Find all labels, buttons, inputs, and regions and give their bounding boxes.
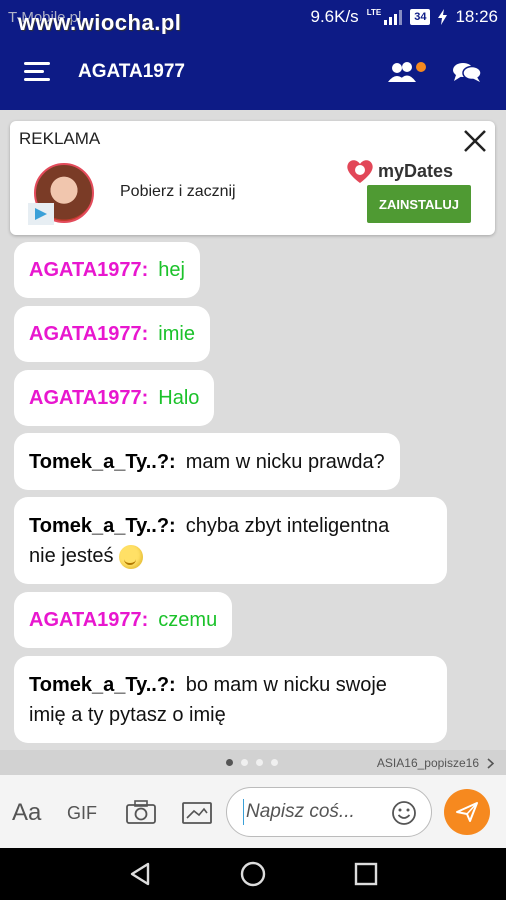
message: AGATA1977: Halo bbox=[14, 370, 215, 426]
menu-icon[interactable] bbox=[24, 62, 52, 82]
lte-signal-icon: LTE bbox=[367, 9, 403, 25]
message-text: Halo bbox=[158, 387, 200, 409]
composer-bar: Aa GIF Napisz coś... bbox=[0, 775, 506, 848]
message-text: mam w nicku prawda? bbox=[185, 450, 385, 473]
message: AGATA1977: czemu bbox=[14, 592, 233, 648]
back-icon[interactable] bbox=[128, 861, 154, 887]
message-author: AGATA1977: bbox=[29, 259, 149, 281]
send-icon bbox=[456, 802, 478, 822]
message-author: Tomek_a_Ty..?: bbox=[29, 450, 176, 473]
system-nav-bar bbox=[0, 848, 506, 900]
camera-icon[interactable] bbox=[126, 800, 156, 824]
font-style-button[interactable]: Aa bbox=[12, 799, 41, 827]
message-author: Tomek_a_Ty..?: bbox=[29, 674, 176, 696]
users-icon[interactable] bbox=[388, 60, 428, 84]
gallery-icon[interactable] bbox=[182, 801, 212, 825]
recents-icon[interactable] bbox=[353, 861, 379, 887]
chats-icon[interactable] bbox=[452, 60, 482, 84]
clock: 18:26 bbox=[455, 7, 498, 26]
watermark: www.wiocha.pl bbox=[18, 10, 182, 35]
net-speed: 9.6K/s bbox=[310, 7, 359, 26]
smile-emoji-icon bbox=[119, 544, 144, 569]
send-button[interactable] bbox=[444, 789, 490, 835]
promo-user[interactable]: ASIA16_popisze16 bbox=[377, 756, 479, 770]
chat-title: AGATA1977 bbox=[78, 61, 185, 82]
message-author: AGATA1977: bbox=[29, 323, 149, 345]
ad-brand: myDates bbox=[346, 157, 453, 185]
home-icon[interactable] bbox=[239, 860, 267, 888]
message-input[interactable]: Napisz coś... bbox=[226, 787, 432, 837]
message-text: czemu bbox=[158, 609, 218, 631]
input-placeholder: Napisz coś... bbox=[246, 801, 355, 822]
heart-logo-icon bbox=[347, 160, 373, 183]
chevron-right-icon[interactable] bbox=[487, 757, 494, 769]
status-bar: T-Mobile.pl www.wiocha.pl 9.6K/s LTE 34 … bbox=[0, 0, 506, 35]
message-author: Tomek_a_Ty..?: bbox=[29, 515, 176, 537]
chat-area[interactable]: REKLAMA Pobierz i zacznij myDates ZAINST… bbox=[0, 110, 506, 750]
message-text-line: nie jesteś bbox=[29, 545, 114, 567]
promo-strip[interactable]: ASIA16_popisze16 bbox=[0, 750, 506, 775]
ad-banner[interactable]: REKLAMA Pobierz i zacznij myDates ZAINST… bbox=[10, 121, 495, 235]
ad-label: REKLAMA bbox=[19, 129, 101, 148]
message-author: AGATA1977: bbox=[29, 609, 149, 631]
emoji-icon[interactable] bbox=[391, 800, 417, 826]
play-store-icon bbox=[28, 203, 54, 225]
message: AGATA1977: hej bbox=[14, 242, 200, 298]
ad-text: Pobierz i zacznij bbox=[120, 183, 236, 200]
gif-button[interactable]: GIF bbox=[67, 803, 97, 824]
battery-icon: 34 bbox=[410, 9, 431, 25]
message: AGATA1977: imie bbox=[14, 306, 210, 362]
message: Tomek_a_Ty..?: mam w nicku prawda? bbox=[14, 433, 400, 490]
message-text: hej bbox=[158, 259, 185, 281]
brand-name: myDates bbox=[378, 160, 454, 181]
close-icon[interactable] bbox=[461, 127, 489, 155]
charging-icon bbox=[438, 9, 448, 25]
app-header: AGATA1977 bbox=[0, 34, 506, 110]
message: Tomek_a_Ty..?: chyba zbyt inteligentna ni… bbox=[14, 497, 447, 584]
text-cursor bbox=[243, 799, 244, 825]
battery-level: 34 bbox=[414, 11, 427, 23]
install-button[interactable]: ZAINSTALUJ bbox=[367, 185, 471, 223]
message-text-line: imię a ty pytasz o imię bbox=[29, 704, 226, 726]
page-indicator bbox=[226, 759, 278, 766]
network-type: LTE bbox=[366, 8, 382, 17]
message-text-line: bo mam w nicku swoje bbox=[185, 674, 387, 696]
message-author: AGATA1977: bbox=[29, 387, 149, 409]
message-text-line: chyba zbyt inteligentna bbox=[185, 515, 390, 537]
message-text: imie bbox=[158, 323, 195, 345]
message: Tomek_a_Ty..?: bo mam w nicku swoje imię … bbox=[14, 656, 447, 743]
